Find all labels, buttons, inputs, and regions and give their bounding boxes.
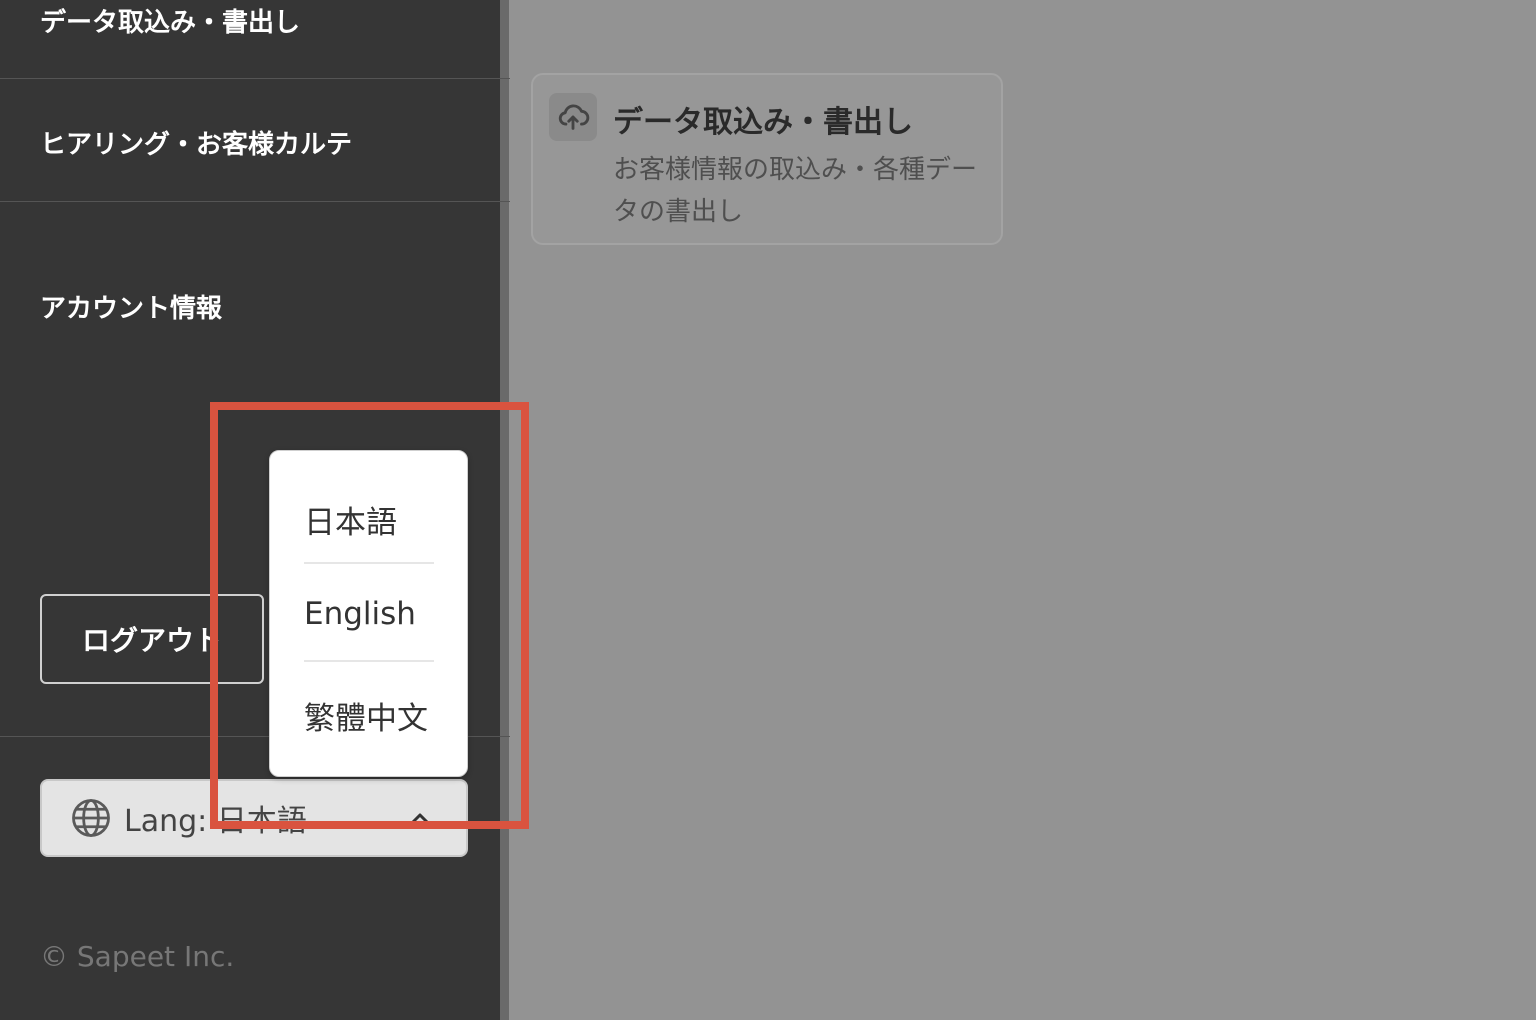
sidebar-divider xyxy=(0,78,510,79)
data-import-export-card[interactable]: データ取込み・書出し お客様情報の取込み・各種データの書出し xyxy=(531,73,1003,245)
language-select[interactable]: Lang: 日本語 xyxy=(40,779,468,857)
card-title: データ取込み・書出し xyxy=(613,105,913,140)
chevron-up-icon xyxy=(411,813,429,824)
dropdown-divider xyxy=(304,562,434,564)
globe-icon xyxy=(72,799,110,837)
language-option-english[interactable]: English xyxy=(304,596,434,632)
cloud-upload-icon xyxy=(549,93,597,141)
sidebar-edge xyxy=(500,0,509,1020)
logout-button[interactable]: ログアウト xyxy=(40,594,264,684)
language-dropdown-menu: 日本語 English 繁體中文 xyxy=(269,450,468,777)
card-description: お客様情報の取込み・各種データの書出し xyxy=(613,155,978,227)
copyright-text: © Sapeet Inc. xyxy=(40,940,235,973)
language-select-label: Lang: 日本語 xyxy=(124,804,307,839)
sidebar-item-data-import-export[interactable]: データ取込み・書出し xyxy=(40,2,300,39)
language-option-japanese[interactable]: 日本語 xyxy=(304,497,434,542)
sidebar-item-hearing-karte[interactable]: ヒアリング・お客様カルテ xyxy=(40,124,352,161)
sidebar-item-account-info[interactable]: アカウント情報 xyxy=(40,288,222,325)
dropdown-divider xyxy=(304,660,434,662)
language-option-traditional-chinese[interactable]: 繁體中文 xyxy=(304,693,434,738)
sidebar-divider xyxy=(0,201,510,202)
